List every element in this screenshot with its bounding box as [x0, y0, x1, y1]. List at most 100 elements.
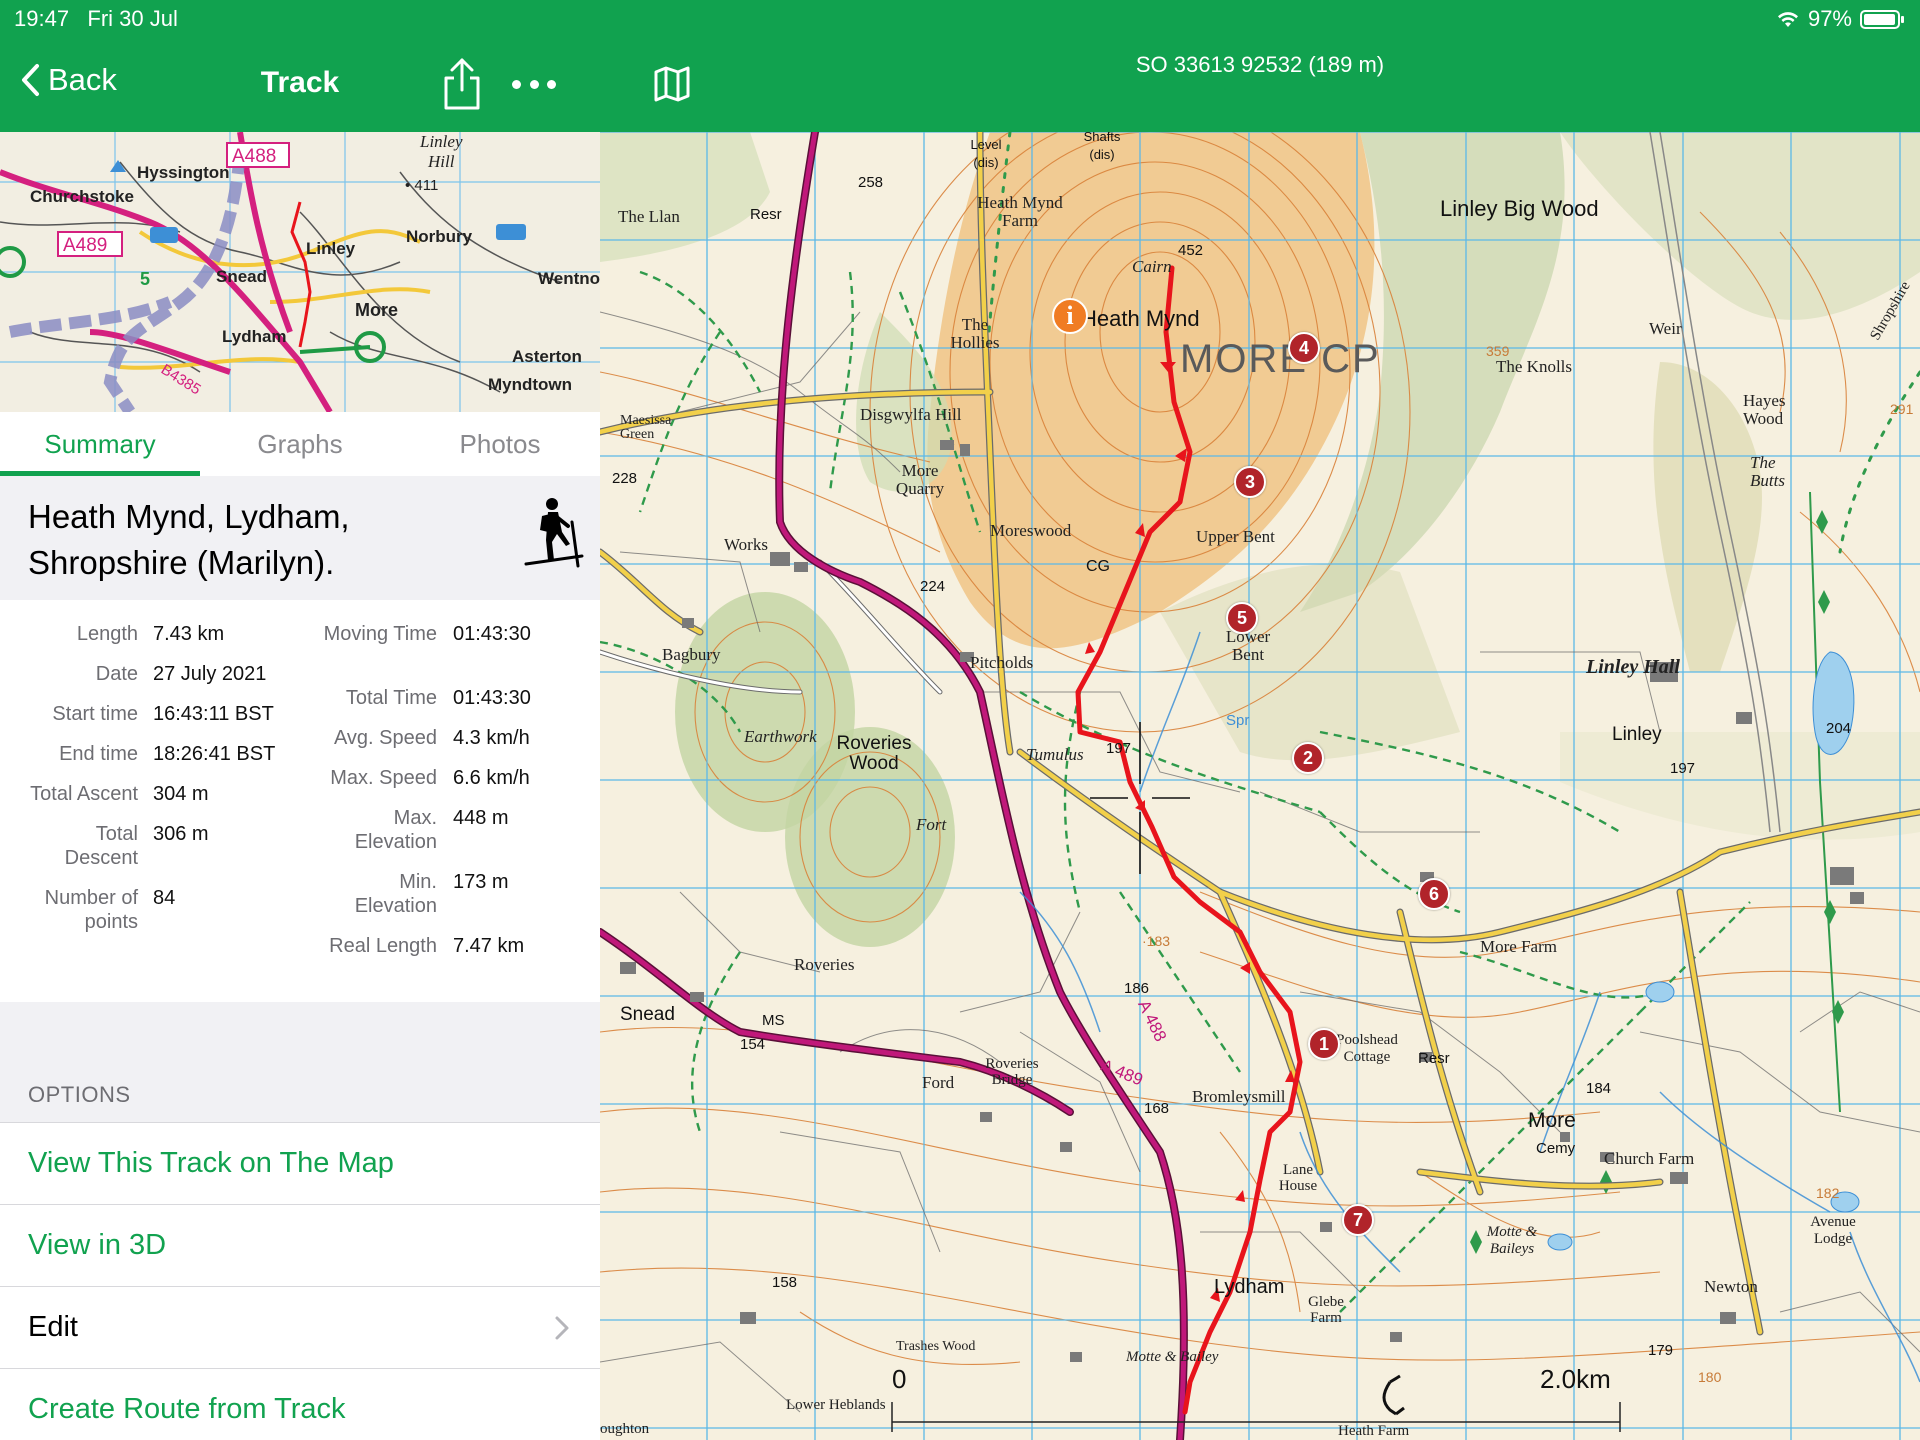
map-label-lane-house: Lane House [1278, 1162, 1318, 1194]
map-label-ms: MS [762, 1012, 785, 1029]
map-label-spot-height: 224 [920, 578, 946, 595]
overview-label: • 411 [405, 177, 438, 194]
map-label-heath-mynd: Heath Mynd [1081, 306, 1200, 331]
map-label-cairn: Cairn [1132, 257, 1172, 276]
map-label-more-quarry: More Quarry [895, 461, 945, 498]
edit-label: Edit [28, 1311, 78, 1343]
waypoint-marker[interactable]: 5 [1226, 602, 1258, 634]
track-title-block: Heath Mynd, Lydham, Shropshire (Marilyn)… [0, 476, 600, 600]
stat-value: 173 m [453, 871, 509, 893]
options-header: OPTIONS [28, 1082, 131, 1107]
create-route-from-track-button[interactable]: Create Route from Track [0, 1368, 600, 1440]
map-label-disgwylfa-hill: Disgwylfa Hill [860, 405, 962, 424]
overview-map[interactable]: Linley Hill • 411 Hyssington A488 Church… [0, 132, 600, 412]
stat-value: 6.6 km/h [453, 767, 530, 789]
tab-graphs[interactable]: Graphs [200, 412, 400, 476]
chevron-right-icon [555, 1316, 569, 1340]
stat-label: Total Ascent [30, 783, 138, 805]
overview-label: More [355, 300, 398, 320]
stat-label: Real Length [329, 935, 437, 957]
stat-value: 7.47 km [453, 935, 525, 957]
map-label-church-farm: Church Farm [1604, 1149, 1695, 1168]
stat-value: 448 m [453, 807, 509, 829]
chevron-left-icon [22, 64, 39, 96]
stat-value: 7.43 km [153, 623, 225, 645]
map-label-lower-bent: Lower Bent [1225, 627, 1271, 664]
overview-label: Asterton [512, 347, 582, 366]
map-label-level-dis: Level (dis) [970, 137, 1002, 170]
map-label-earthwork: Earthwork [744, 727, 817, 746]
map-label-resr: Resr [750, 206, 782, 223]
map-label-spot-height: 186 [1124, 980, 1150, 997]
map-label-spot-height: 204 [1826, 720, 1852, 737]
map-label-spot-height: 359 [1486, 343, 1510, 359]
stat-value: 01:43:30 [453, 687, 531, 709]
stat-label: Date [95, 663, 138, 685]
share-icon [444, 58, 480, 110]
back-button[interactable]: Back [20, 62, 117, 98]
map-label-moreswood: Moreswood [990, 521, 1072, 540]
map-label-motte-bailey: Motte & Bailey [1126, 1349, 1219, 1365]
overview-label: Myndtown [488, 375, 572, 394]
map-label-motte-baileys: Motte & Baileys [1486, 1224, 1538, 1257]
edit-button[interactable]: Edit [0, 1286, 600, 1368]
stat-value: 84 [153, 887, 176, 909]
stat-label: Total Time [345, 687, 437, 709]
map-label-more-cp: MORE CP [1180, 337, 1381, 381]
map-label-ford: Ford [922, 1073, 955, 1092]
overview-label: 5 [140, 269, 150, 289]
map-label-tumulus: Tumulus [1026, 745, 1084, 764]
map-label-resr: Resr [1418, 1050, 1450, 1067]
map-label-linley: Linley [1612, 724, 1662, 745]
map-label-trashes-wood: Trashes Wood [896, 1339, 976, 1354]
map-label-the-hollies: The Hollies [950, 315, 1000, 352]
waypoint-marker[interactable]: 3 [1234, 466, 1266, 498]
waypoint-marker[interactable]: 6 [1418, 878, 1450, 910]
overview-label: Snead [216, 267, 267, 286]
overview-label: Wentno [538, 269, 600, 288]
map-label-roveries: Roveries [794, 955, 855, 974]
map-label-more: More [1528, 1109, 1576, 1132]
more-dot-icon [547, 79, 556, 89]
map-label-glebe-farm: Glebe Farm [1308, 1294, 1344, 1326]
waypoint-marker[interactable]: 1 [1308, 1028, 1340, 1060]
stat-label: Moving Time [323, 623, 437, 645]
overview-label: Hill [427, 152, 455, 171]
os-map[interactable]: Heath Mynd MORE CP Linley Big Wood The K… [600, 132, 1920, 1440]
stat-value: 304 m [153, 783, 209, 805]
waypoint-marker[interactable]: 4 [1288, 332, 1320, 364]
stat-label: Max. Elevation [354, 807, 437, 853]
map-label-spr: Spr [1226, 712, 1250, 729]
map-label-spot-height: 180 [1698, 1369, 1722, 1385]
stat-label: Total Descent [64, 823, 138, 869]
stat-label: Max. Speed [330, 767, 437, 789]
map-label-spot-height: 179 [1648, 1342, 1674, 1359]
map-label-upper-bent: Upper Bent [1196, 527, 1275, 546]
more-options-button[interactable] [512, 68, 556, 100]
stat-value: 16:43:11 BST [153, 703, 274, 725]
tab-summary[interactable]: Summary [0, 412, 200, 476]
grid-reference: SO 33613 92532 (189 m) [1135, 52, 1385, 77]
overview-label: A488 [232, 146, 276, 167]
overview-map-graphic: Linley Hill • 411 Hyssington A488 Church… [0, 132, 600, 412]
tab-photos[interactable]: Photos [400, 412, 600, 476]
overview-label: Linley [306, 239, 356, 258]
waypoint-marker[interactable]: 2 [1292, 742, 1324, 774]
map-label-the-knolls: The Knolls [1496, 357, 1573, 376]
status-time: 19:47 [14, 6, 70, 31]
view-in-3d-button[interactable]: View in 3D [0, 1204, 600, 1286]
map-label-roveries-wood: Roveries Wood [836, 733, 912, 774]
info-marker-icon[interactable]: i [1052, 298, 1088, 334]
waypoint-marker[interactable]: 7 [1342, 1204, 1374, 1236]
map-label-cemy: Cemy [1536, 1140, 1576, 1157]
map-label-spot-height: 452 [1178, 242, 1204, 259]
map-label-cg: CG [1086, 558, 1110, 575]
view-track-on-map-button[interactable]: View This Track on The Map [0, 1122, 600, 1204]
share-button[interactable] [440, 56, 484, 112]
stat-label: End time [59, 743, 138, 765]
map-label-spot-height: 197 [1106, 740, 1132, 757]
battery-fill [1864, 13, 1895, 25]
map-label-fort: Fort [916, 815, 947, 834]
scale-bar-end: 2.0km [1540, 1364, 1611, 1394]
nav-title: Track [260, 66, 340, 99]
